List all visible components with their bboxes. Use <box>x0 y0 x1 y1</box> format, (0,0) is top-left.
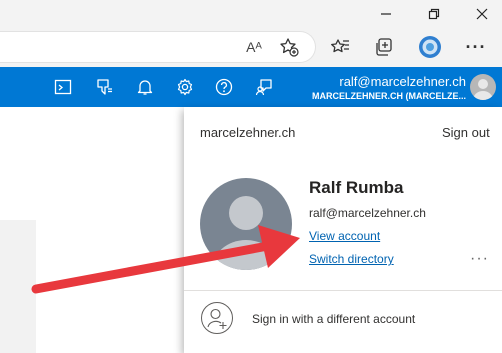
settings-icon <box>177 78 193 96</box>
add-favorite-icon <box>280 38 299 57</box>
collections-button[interactable] <box>370 33 398 61</box>
help-button[interactable] <box>211 74 237 100</box>
close-icon <box>476 8 488 19</box>
settings-button[interactable] <box>172 74 198 100</box>
feedback-icon <box>255 79 272 96</box>
sign-in-different-account-link[interactable]: Sign in with a different account <box>252 312 415 326</box>
cloud-shell-icon <box>54 79 72 95</box>
view-account-link[interactable]: View account <box>309 229 380 243</box>
sign-out-link[interactable]: Sign out <box>442 125 490 140</box>
page-content-panel <box>0 220 36 353</box>
account-avatar <box>200 178 292 270</box>
read-aloud-icon: Aᴬ <box>246 39 262 55</box>
notifications-button[interactable] <box>132 74 158 100</box>
header-directory-name[interactable]: MARCELZEHNER.CH (MARCELZE... <box>312 91 466 101</box>
close-button[interactable] <box>462 0 502 27</box>
restore-button[interactable] <box>414 0 454 27</box>
add-account-button[interactable] <box>200 301 234 335</box>
switch-directory-link[interactable]: Switch directory <box>309 252 394 266</box>
directory-filter-button[interactable] <box>92 74 118 100</box>
minimize-button[interactable] <box>366 0 406 27</box>
minimize-icon <box>381 12 391 15</box>
person-icon <box>212 196 280 270</box>
notifications-icon <box>137 80 153 95</box>
feedback-button[interactable] <box>251 74 277 100</box>
account-display-name: Ralf Rumba <box>309 178 404 197</box>
avatar-icon <box>473 79 493 100</box>
account-email: ralf@marcelzehner.ch <box>309 206 426 220</box>
header-avatar[interactable] <box>470 74 496 100</box>
add-favorite-button[interactable] <box>275 33 303 61</box>
collections-icon <box>376 38 392 56</box>
profile-button[interactable] <box>416 33 444 61</box>
add-person-icon <box>201 302 233 334</box>
favorites-button[interactable] <box>326 33 354 61</box>
profile-icon <box>419 36 441 58</box>
header-user-email[interactable]: ralf@marcelzehner.ch <box>339 74 466 89</box>
restore-icon <box>428 8 440 19</box>
read-aloud-button[interactable]: Aᴬ <box>240 33 268 61</box>
directory-filter-icon <box>97 79 112 95</box>
menu-divider <box>184 290 502 291</box>
favorites-icon <box>331 39 349 53</box>
more-button[interactable]: ··· <box>462 33 490 61</box>
cloud-shell-button[interactable] <box>50 74 76 100</box>
more-icon: ··· <box>465 36 487 57</box>
address-bar[interactable] <box>0 31 316 63</box>
tenant-name: marcelzehner.ch <box>200 125 296 140</box>
help-icon <box>215 78 233 96</box>
account-more-button[interactable]: ··· <box>470 250 489 268</box>
